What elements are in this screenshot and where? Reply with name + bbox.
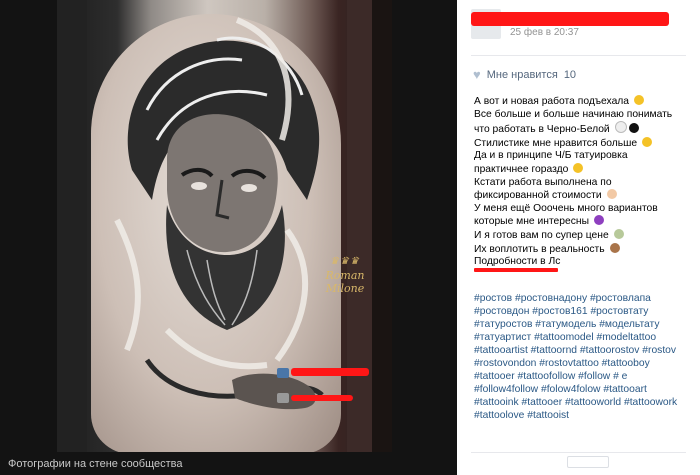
instagram-icon[interactable]	[277, 393, 289, 403]
post-line: Все больше и больше начинаю понимать	[474, 108, 673, 120]
post-line: А вот и новая работа подъехала	[474, 95, 696, 109]
post-line: фиксированной стоимости	[474, 189, 696, 203]
comment-area	[457, 452, 700, 475]
redacted-tag-1	[291, 368, 369, 376]
hashtag-line[interactable]: #rostovondon #rostovtattoo #tattooboy	[474, 357, 696, 370]
hashtag-line[interactable]: #follow4follow #folow4folow #tattooart	[474, 383, 696, 396]
redacted-underline	[474, 268, 558, 273]
watermark: ♛♛♛ Roman Milone	[315, 256, 375, 296]
like-button[interactable]: ♥ Мне нравится 10	[473, 67, 576, 82]
post-line: практичнее гораздо	[474, 162, 696, 177]
post-line: У меня ещё Ооочень много вариантов	[474, 202, 658, 214]
post-line: Да и в принципе Ч/Б татуировка	[474, 150, 628, 162]
money-icon	[613, 228, 624, 239]
redacted-tag-2	[291, 395, 353, 401]
monkey-emoji-icon	[609, 242, 620, 253]
post-line: Кстати работа выполнена по	[474, 176, 612, 188]
hashtag-line[interactable]: #ростов #ростовнадону #ростовлапа	[474, 292, 696, 305]
black-circle-icon	[628, 123, 639, 134]
crown-icon: ♛♛♛	[330, 256, 360, 267]
hashtag-line[interactable]: #tattoolove #tattooist	[474, 409, 696, 422]
tattoo-photo[interactable]: ♛♛♛ Roman Milone	[57, 0, 392, 452]
photo-viewer: ♛♛♛ Roman Milone Фотографии на стене соо…	[0, 0, 457, 475]
likes-count: 10	[563, 68, 577, 81]
hashtag-line[interactable]: #tattooink #tattooer #tattooworld #tatto…	[474, 396, 696, 409]
post-line: Их воплотить в реальность	[474, 242, 696, 257]
relieved-emoji-icon	[642, 136, 653, 147]
post-line: что работать в Черно-Белой	[474, 121, 696, 137]
divider	[471, 55, 686, 56]
sunglasses-emoji-icon	[633, 95, 644, 105]
heart-icon: ♥	[473, 67, 481, 82]
devil-emoji-icon	[593, 215, 604, 226]
hashtags: #ростов #ростовнадону #ростовлапа #росто…	[474, 292, 696, 422]
hashtag-line[interactable]: #tattooer #tattoofollow #follow # e	[474, 370, 696, 383]
watermark-line-2: Milone	[325, 282, 365, 296]
hashtag-line[interactable]: #татуартист #tattoomodel #modeltattoo	[474, 331, 696, 344]
hashtag-line[interactable]: #ростовдон #ростов161 #ростовтату	[474, 305, 696, 318]
post-line: которые мне интересны	[474, 215, 696, 229]
post-text: А вот и новая работа подъехала Все больш…	[474, 95, 696, 273]
post-panel: 25 фев в 20:37 ♥ Мне нравится 10 А вот и…	[457, 0, 700, 475]
watermark-line-1: Roman	[325, 268, 365, 282]
divider	[471, 452, 686, 453]
post-line: Стилистике мне нравится больше	[474, 136, 696, 151]
redacted-author-name	[471, 12, 669, 26]
post-line: И я готов вам по супер цене	[474, 228, 696, 243]
white-circle-icon	[614, 121, 627, 134]
hashtag-line[interactable]: #тaтуростов #татумодель #модельтату	[474, 318, 696, 331]
hashtag-line[interactable]: #tattooartist #tattoornd #tattoorostov #…	[474, 344, 696, 357]
post-last-line: Подробности в Лс	[474, 256, 561, 268]
post-line: Подробности в Лс	[474, 256, 696, 273]
ok-hand-icon	[606, 189, 617, 200]
photo-caption[interactable]: Фотографии на стене сообщества	[8, 458, 183, 470]
grin-emoji-icon	[573, 162, 584, 173]
comment-box-placeholder[interactable]	[567, 456, 609, 468]
tag-user-icon[interactable]	[277, 368, 289, 378]
tattoo-artwork	[57, 0, 392, 452]
likes-label: Мне нравится	[486, 68, 558, 81]
post-date[interactable]: 25 фев в 20:37	[510, 27, 579, 38]
